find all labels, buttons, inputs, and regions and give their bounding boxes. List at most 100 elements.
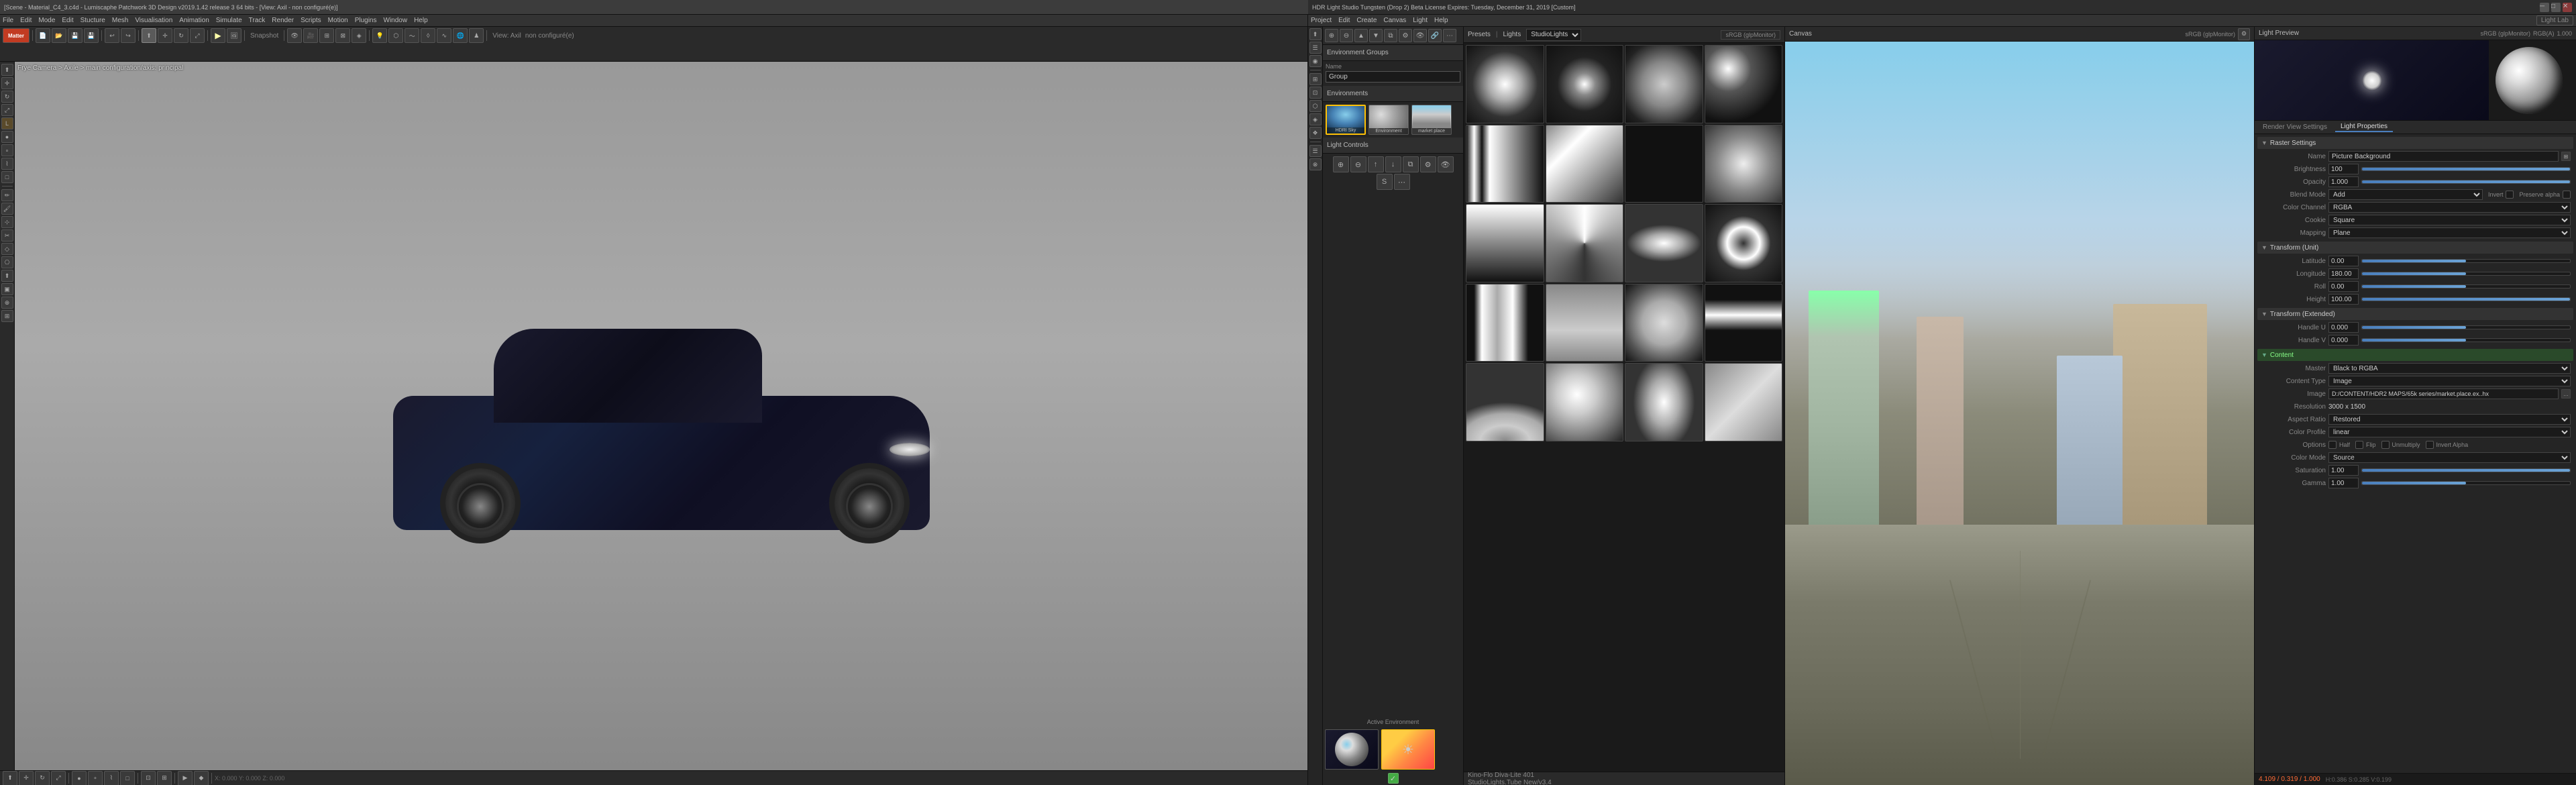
hdr-menu-project[interactable]: Project bbox=[1311, 17, 1332, 24]
handle-u-slider[interactable] bbox=[2361, 325, 2571, 329]
hdr-tool-6[interactable]: ⬡ bbox=[1309, 100, 1322, 112]
lc-btn-3[interactable]: ↑ bbox=[1368, 156, 1384, 172]
active-env-thumb-dark[interactable] bbox=[1325, 729, 1379, 770]
blend-mode-select[interactable]: Add Multiply Screen bbox=[2328, 189, 2483, 200]
roll-slider[interactable] bbox=[2361, 284, 2571, 289]
transform-ext-header[interactable]: ▼ Transform (Extended) bbox=[2257, 308, 2573, 320]
bottom-btn-2[interactable]: ✛ bbox=[19, 771, 34, 785]
tool-pen[interactable]: ✏ bbox=[1, 189, 13, 201]
tool-poly-mode[interactable]: □ bbox=[1, 171, 13, 183]
tool-edge-mode[interactable]: ⌇ bbox=[1, 158, 13, 170]
env-link-btn[interactable]: 🔗 bbox=[1428, 29, 1442, 42]
tool-live[interactable]: L bbox=[1, 117, 13, 129]
menu-help[interactable]: Help bbox=[414, 17, 428, 24]
lc-btn-6[interactable]: ⚙ bbox=[1420, 156, 1436, 172]
preset-7[interactable] bbox=[1625, 125, 1703, 203]
aspect-ratio-select[interactable]: Restored bbox=[2328, 414, 2571, 425]
tool-brush[interactable]: 🖌 bbox=[1, 203, 13, 215]
matter-button[interactable]: Matter bbox=[3, 28, 30, 43]
menu-render[interactable]: Render bbox=[272, 17, 294, 24]
saturation-input[interactable] bbox=[2328, 465, 2359, 476]
bottom-key-btn[interactable]: ◆ bbox=[194, 771, 209, 785]
menu-mesh[interactable]: Mesh bbox=[112, 17, 128, 24]
menu-edit2[interactable]: Edit bbox=[62, 17, 73, 24]
latitude-slider[interactable] bbox=[2361, 259, 2571, 263]
longitude-slider[interactable] bbox=[2361, 272, 2571, 276]
hdr-tool-1[interactable]: ⬆ bbox=[1309, 28, 1322, 40]
hdr-tool-2[interactable]: ☰ bbox=[1309, 42, 1322, 54]
preset-1[interactable] bbox=[1466, 45, 1544, 123]
preset-17[interactable] bbox=[1466, 363, 1544, 441]
tool-knife[interactable]: ✂ bbox=[1, 229, 13, 242]
tab-render-view[interactable]: Render View Settings bbox=[2257, 123, 2332, 132]
preset-19[interactable] bbox=[1625, 363, 1703, 441]
tool-pt-mode[interactable]: ∘ bbox=[1, 144, 13, 156]
undo-btn[interactable]: ↩ bbox=[105, 28, 119, 43]
preset-3[interactable] bbox=[1625, 45, 1703, 123]
hdr-tool-10[interactable]: ⊗ bbox=[1309, 158, 1322, 170]
menu-track[interactable]: Track bbox=[249, 17, 266, 24]
lc-btn-8[interactable]: S bbox=[1377, 174, 1393, 190]
cam-btn1[interactable]: 👁 bbox=[287, 28, 302, 43]
preset-6[interactable] bbox=[1546, 125, 1624, 203]
bottom-btn-4[interactable]: ⤢ bbox=[51, 771, 66, 785]
gamma-slider[interactable] bbox=[2361, 481, 2571, 485]
preset-13[interactable] bbox=[1466, 284, 1544, 362]
color-profile-select[interactable]: linear bbox=[2328, 427, 2571, 437]
lc-btn-9[interactable]: ⋯ bbox=[1394, 174, 1410, 190]
lc-btn-2[interactable]: ⊖ bbox=[1350, 156, 1366, 172]
obj-btn[interactable]: ⬡ bbox=[388, 28, 403, 43]
lc-btn-1[interactable]: ⊕ bbox=[1333, 156, 1349, 172]
env-copy-btn[interactable]: ⧉ bbox=[1384, 29, 1397, 42]
preset-18[interactable] bbox=[1546, 363, 1624, 441]
hdr-tool-8[interactable]: ❖ bbox=[1309, 127, 1322, 139]
bottom-obj-btn[interactable]: ● bbox=[72, 771, 87, 785]
menu-file[interactable]: File bbox=[3, 17, 13, 24]
tool-bevel[interactable]: ◇ bbox=[1, 243, 13, 255]
env-more-btn[interactable]: ⋯ bbox=[1443, 29, 1456, 42]
preset-15[interactable] bbox=[1625, 284, 1703, 362]
transform-unit-header[interactable]: ▼ Transform (Unit) bbox=[2257, 242, 2573, 254]
tool-move[interactable]: ✛ bbox=[1, 77, 13, 89]
env-settings-btn[interactable]: ⚙ bbox=[1399, 29, 1412, 42]
latitude-input[interactable] bbox=[2328, 256, 2359, 266]
menu-viz[interactable]: Visualisation bbox=[135, 17, 172, 24]
tab-light-props[interactable]: Light Properties bbox=[2335, 122, 2393, 132]
hdr-menu-edit[interactable]: Edit bbox=[1338, 17, 1350, 24]
move-btn[interactable]: ✛ bbox=[158, 28, 172, 43]
render-view-btn[interactable]: 🖼 bbox=[227, 28, 241, 43]
scene-btn[interactable]: 🌐 bbox=[453, 28, 468, 43]
lc-btn-5[interactable]: ⧉ bbox=[1403, 156, 1419, 172]
hdr-menu-help[interactable]: Help bbox=[1434, 17, 1448, 24]
cam-btn3[interactable]: ⊞ bbox=[319, 28, 334, 43]
preset-12[interactable] bbox=[1705, 204, 1783, 282]
menu-window[interactable]: Window bbox=[384, 17, 408, 24]
nurbs-btn[interactable]: ∿ bbox=[437, 28, 451, 43]
bottom-pt-btn[interactable]: ∘ bbox=[88, 771, 103, 785]
hdr-menu-canvas[interactable]: Canvas bbox=[1383, 17, 1406, 24]
menu-simulate[interactable]: Simulate bbox=[216, 17, 242, 24]
content-type-select[interactable]: Image bbox=[2328, 376, 2571, 386]
image-input[interactable] bbox=[2328, 388, 2559, 399]
save-btn[interactable]: 💾 bbox=[68, 28, 83, 43]
preset-2[interactable] bbox=[1546, 45, 1624, 123]
env-up-btn[interactable]: ▲ bbox=[1354, 29, 1368, 42]
handle-v-input[interactable] bbox=[2328, 335, 2359, 346]
close-btn[interactable]: ✕ bbox=[2563, 3, 2572, 12]
tool-rotate[interactable]: ↻ bbox=[1, 91, 13, 103]
hdr-menu-light[interactable]: Light bbox=[1413, 17, 1428, 24]
menu-edit[interactable]: Edit bbox=[20, 17, 32, 24]
flip-check[interactable] bbox=[2355, 441, 2363, 449]
unmultiply-check[interactable] bbox=[2381, 441, 2390, 449]
menu-structure[interactable]: Stucture bbox=[80, 17, 105, 24]
check-btn[interactable]: ✓ bbox=[1388, 773, 1399, 784]
cookie-select[interactable]: Square bbox=[2328, 215, 2571, 225]
select-btn[interactable]: ⬆ bbox=[142, 28, 156, 43]
env-down-btn[interactable]: ▼ bbox=[1369, 29, 1383, 42]
invert-alpha-check[interactable] bbox=[2426, 441, 2434, 449]
raster-header[interactable]: ▼ Raster Settings bbox=[2257, 137, 2573, 149]
master-select[interactable]: Black to RGBA bbox=[2328, 363, 2571, 374]
env-thumb-2[interactable]: Environment bbox=[1368, 105, 1409, 135]
rotate-btn[interactable]: ↻ bbox=[174, 28, 189, 43]
preset-14[interactable] bbox=[1546, 284, 1624, 362]
